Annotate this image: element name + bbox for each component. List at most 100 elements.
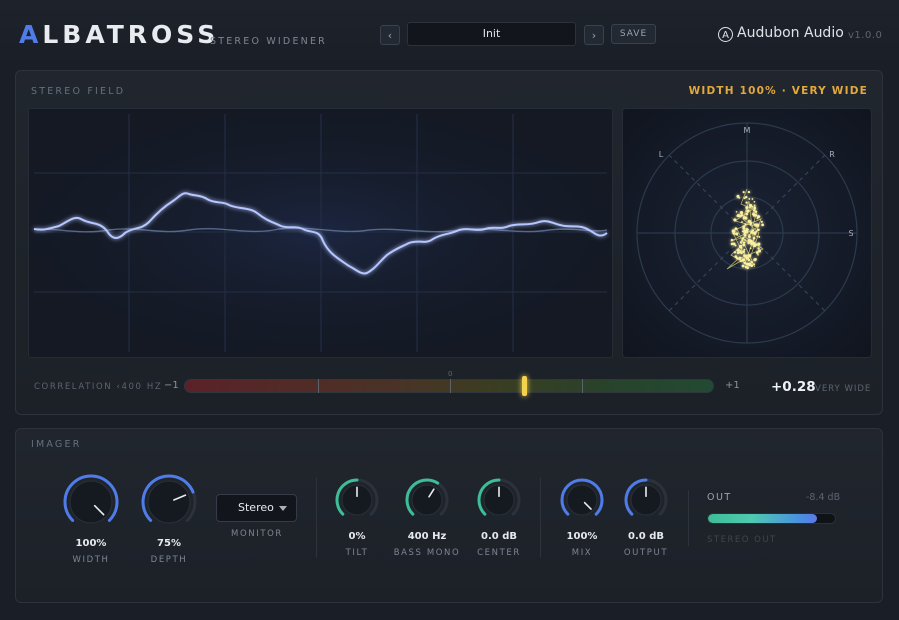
vectorscope-dot (750, 243, 752, 246)
tilt-value: 0% (348, 531, 366, 542)
vectorscope-dot (736, 214, 739, 217)
section-divider (540, 478, 541, 558)
vectorscope-dot (753, 206, 757, 210)
section-divider (688, 490, 689, 546)
vectorscope-dot (742, 243, 746, 247)
vectorscope-dot (747, 190, 751, 194)
vectorscope-dot (732, 231, 735, 235)
vectorscope-dot (754, 243, 758, 246)
vectorscope-dot (748, 234, 750, 236)
correlation-label: CORRELATION ‹400 HZ (34, 382, 163, 392)
vectorscope-dot (741, 258, 746, 262)
output-knob[interactable] (623, 477, 669, 523)
vectorscope-dot (743, 197, 746, 200)
correlation-tick-center (450, 379, 451, 393)
vectorscope-dot (747, 258, 751, 262)
monitor-select[interactable]: Stereo (216, 494, 297, 522)
output-meter (707, 513, 836, 524)
vectorscope-dot (746, 262, 750, 266)
vectorscope-dot (750, 264, 754, 267)
vectorscope-dot (758, 235, 761, 238)
vectorscope-dot (733, 251, 737, 254)
save-button[interactable]: SAVE (611, 24, 656, 44)
width-status: WIDTH 100% · VERY WIDE (688, 85, 868, 97)
center-knob[interactable] (476, 477, 522, 523)
output-meter-fill (708, 514, 818, 523)
vectorscope-dot (745, 206, 749, 210)
panel-title: IMAGER (31, 439, 82, 450)
correlation-tick (582, 379, 583, 393)
vectorscope-dot (739, 241, 743, 244)
vectorscope-dot (744, 239, 746, 241)
knob-body (69, 480, 113, 524)
vectorscope-dot (748, 239, 752, 242)
knob-body (147, 480, 191, 524)
width-knob[interactable] (62, 473, 120, 531)
mix-knob[interactable] (559, 477, 605, 523)
vectorscope-dot (734, 227, 738, 231)
vectorscope-dot (733, 218, 737, 222)
header-bar: ALBATROSS STEREO WIDENER ‹ Init › SAVE A… (0, 0, 899, 66)
vectorscope-dot (735, 211, 738, 213)
output-value: 0.0 dB (628, 531, 664, 542)
app-logo: ALBATROSS (19, 20, 220, 49)
vectorscope-dot (744, 265, 748, 269)
vectorscope-dot (754, 258, 757, 261)
vectorscope-dot (760, 220, 763, 223)
out-label: OUT (707, 492, 732, 503)
chevron-down-icon (279, 506, 287, 511)
vectorscope-dot (742, 250, 745, 254)
bass-mono-knob[interactable] (404, 477, 450, 523)
bass-mono-value: 400 Hz (407, 531, 447, 542)
correlation-min-label: −1 (164, 380, 179, 391)
vectorscope-dot (748, 197, 751, 200)
vectorscope-dot (751, 198, 754, 200)
brand-logo-icon: A (718, 27, 733, 42)
vectorscope-dot (742, 241, 746, 244)
vectorscope-dot (753, 200, 756, 203)
section-divider (316, 478, 317, 558)
vectorscope-dot (730, 238, 734, 242)
next-preset-button[interactable]: › (584, 25, 604, 45)
vectorscope-dot (739, 259, 743, 263)
prev-preset-button[interactable]: ‹ (380, 25, 400, 45)
app-subtitle: STEREO WIDENER (210, 36, 327, 47)
vectorscope-dot (756, 235, 759, 238)
correlation-tick (318, 379, 319, 393)
vectorscope-dot (743, 225, 746, 228)
vectorscope-dot (753, 204, 756, 207)
vectorscope-dot (757, 253, 759, 256)
vectorscope-dot (741, 264, 745, 268)
width-label: WIDTH (72, 555, 110, 565)
vectorscope-dot (741, 230, 744, 233)
vector-label-left: L (659, 150, 664, 159)
vectorscope-dot (753, 231, 757, 235)
vectorscope-dot (761, 223, 764, 227)
brand-name: A Audubon Audio (718, 25, 844, 42)
vectorscope-dot (734, 255, 738, 258)
center-label: CENTER (477, 548, 521, 558)
center-value: 0.0 dB (481, 531, 517, 542)
vectorscope-dot (734, 244, 737, 247)
vectorscope-dot (749, 247, 752, 250)
vector-label-right: R (829, 150, 835, 159)
depth-value: 75% (157, 538, 181, 549)
vectorscope-dot (751, 229, 754, 232)
preset-selector[interactable]: Init (407, 22, 576, 46)
vectorscope-dot (747, 254, 752, 258)
vectorscope-dot (744, 229, 749, 234)
vectorscope-dot (748, 235, 751, 239)
vectorscope-dot (743, 248, 746, 251)
waveform-scope (28, 108, 613, 358)
correlation-max-label: +1 (725, 380, 740, 391)
vectorscope-dot (742, 191, 745, 194)
vectorscope-dot (752, 237, 756, 240)
vectorscope-dot (747, 241, 750, 245)
vectorscope-dot (739, 211, 744, 215)
depth-knob[interactable] (140, 473, 198, 531)
vectorscope-dot (756, 217, 759, 220)
version-label: v1.0.0 (848, 30, 883, 41)
correlation-center-label: 0 (448, 370, 453, 378)
tilt-knob[interactable] (334, 477, 380, 523)
vectorscope-dot (756, 229, 759, 232)
